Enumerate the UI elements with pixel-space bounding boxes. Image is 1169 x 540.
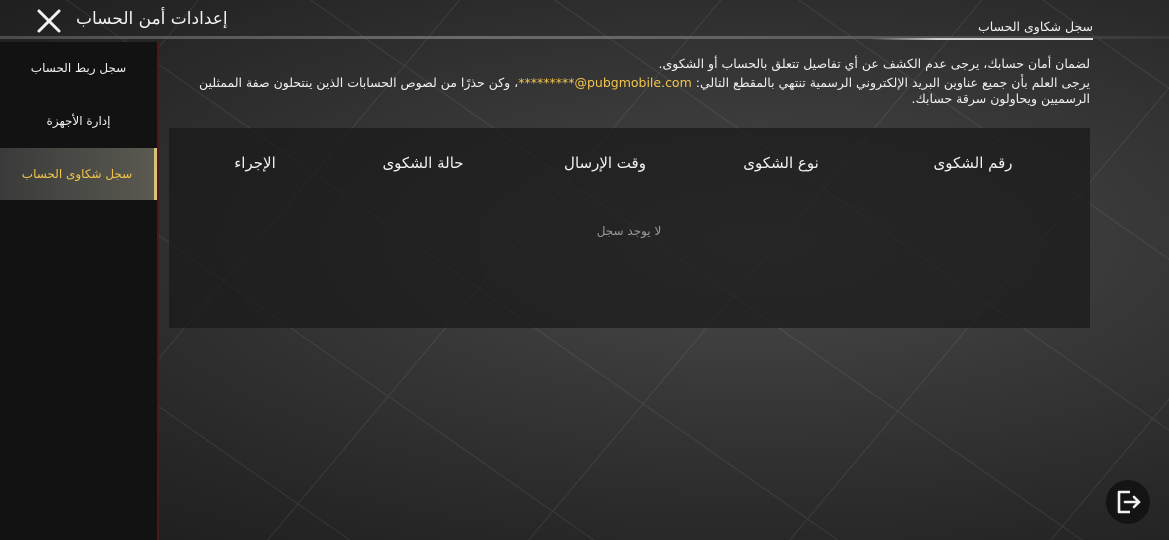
sidebar: سجل ربط الحساب إدارة الأجهزة سجل شكاوى ا… <box>0 42 159 540</box>
sidebar-item-account-link-log[interactable]: سجل ربط الحساب <box>0 42 157 94</box>
section-title-underline <box>870 38 1093 40</box>
sidebar-item-complaint-log[interactable]: سجل شكاوى الحساب <box>0 148 157 200</box>
security-notice: لضمان أمان حسابك، يرجى عدم الكشف عن أي ت… <box>170 56 1090 107</box>
column-header-action: الإجراء <box>234 154 276 172</box>
close-button[interactable] <box>34 6 64 36</box>
notice-line-1: لضمان أمان حسابك، يرجى عدم الكشف عن أي ت… <box>658 56 1090 71</box>
section-title: سجل شكاوى الحساب <box>977 19 1093 34</box>
notice-line-2-prefix: يرجى العلم بأن جميع عناوين البريد الإلكت… <box>691 75 1090 90</box>
page-title: إعدادات أمن الحساب <box>76 9 228 29</box>
sidebar-item-label: سجل ربط الحساب <box>30 61 127 75</box>
complaints-table: رقم الشكوى نوع الشكوى وقت الإرسال حالة ا… <box>169 128 1090 328</box>
exit-button[interactable] <box>1106 480 1150 524</box>
official-email-domain: *********@pubgmobile.com <box>518 75 692 90</box>
sidebar-item-label: سجل شكاوى الحساب <box>21 167 133 181</box>
column-header-complaint-status: حالة الشكوى <box>382 154 464 172</box>
column-header-complaint-number: رقم الشكوى <box>933 154 1013 172</box>
empty-state-text: لا يوجد سجل <box>596 224 662 238</box>
exit-icon <box>1117 490 1141 514</box>
sidebar-item-label: إدارة الأجهزة <box>46 114 111 128</box>
notice-line-2: يرجى العلم بأن جميع عناوين البريد الإلكت… <box>170 75 1090 107</box>
column-header-complaint-type: نوع الشكوى <box>743 154 819 172</box>
sidebar-item-device-management[interactable]: إدارة الأجهزة <box>0 95 157 147</box>
close-icon <box>37 9 61 33</box>
column-header-submission-time: وقت الإرسال <box>564 154 646 172</box>
